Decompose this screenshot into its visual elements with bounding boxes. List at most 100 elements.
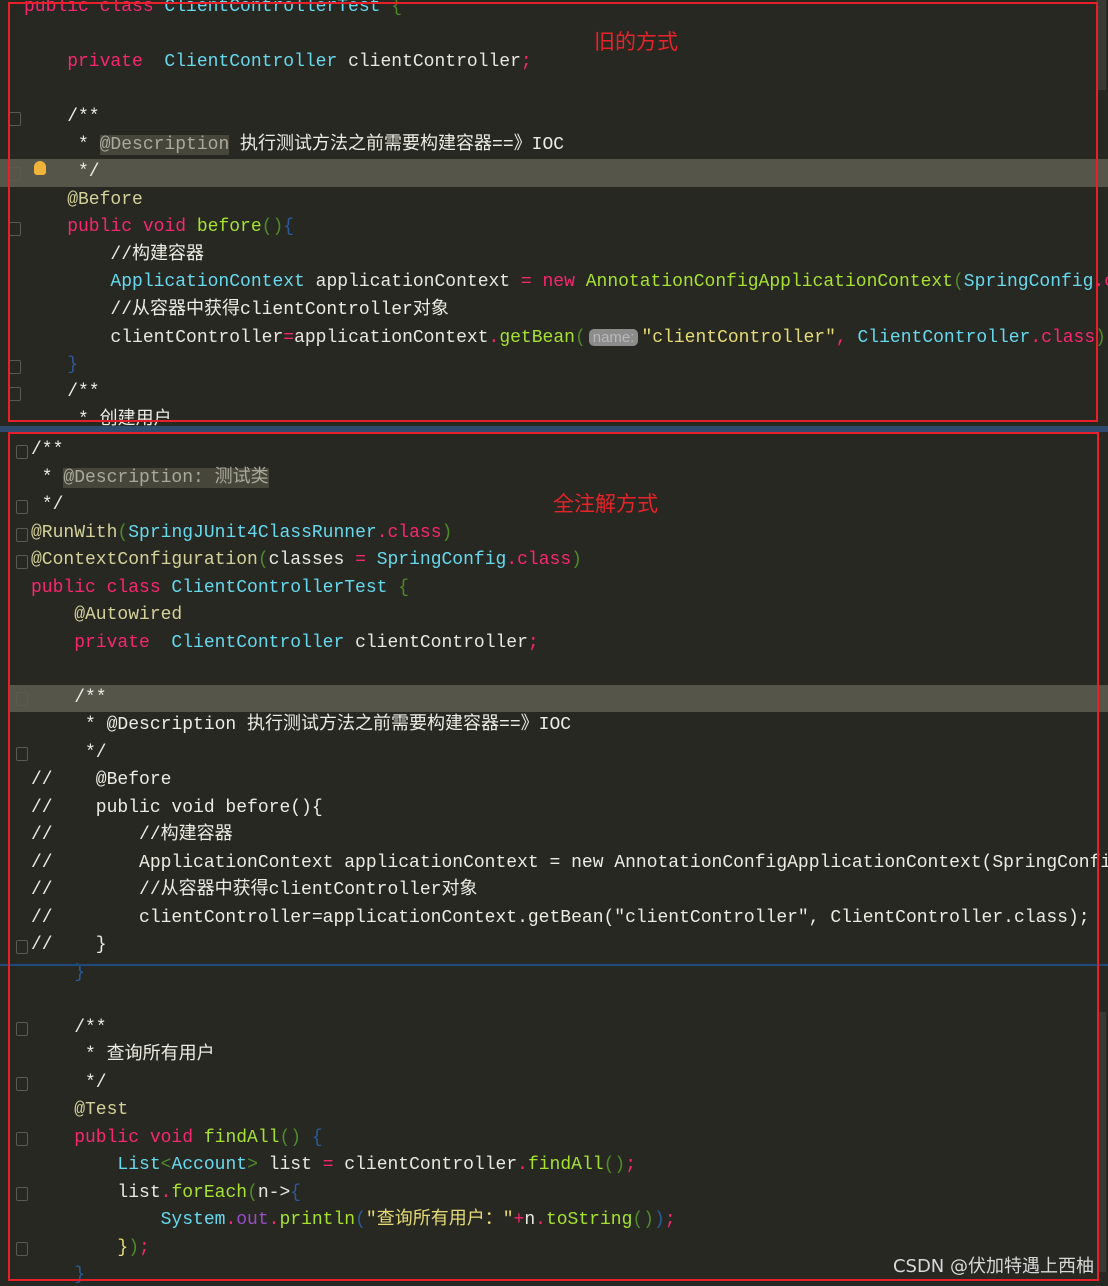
fold-icon[interactable] xyxy=(9,112,21,126)
code-line[interactable]: // //构建容器 xyxy=(31,822,1108,850)
fold-icon[interactable] xyxy=(16,940,28,954)
code-token: ; xyxy=(139,1237,150,1258)
fold-icon[interactable] xyxy=(16,1077,28,1091)
code-line[interactable]: } xyxy=(24,352,1108,380)
code-token: } xyxy=(24,354,79,375)
code-line[interactable]: // public void before(){ xyxy=(31,795,1108,823)
code-token: . xyxy=(160,1182,172,1203)
code-line[interactable]: */ xyxy=(31,1070,1108,1098)
code-token: = xyxy=(311,1155,334,1175)
lightbulb-icon[interactable] xyxy=(34,161,46,175)
code-token: * 创建用户 xyxy=(24,409,172,427)
fold-icon[interactable] xyxy=(16,500,28,514)
code-token: ApplicationContext xyxy=(24,272,305,292)
code-line[interactable]: private ClientController clientControlle… xyxy=(31,630,1108,658)
code-line[interactable]: // @Before xyxy=(31,767,1108,795)
code-token: @Description: 测试类 xyxy=(63,467,269,488)
code-token: n xyxy=(524,1210,536,1230)
code-token: clientController xyxy=(337,52,521,72)
code-token: public xyxy=(24,217,133,237)
code-token: ClientControllerTest xyxy=(153,0,381,17)
fold-icon[interactable] xyxy=(9,167,21,181)
fold-icon[interactable] xyxy=(16,445,28,459)
fold-icon[interactable] xyxy=(16,1242,28,1256)
code-token: . xyxy=(225,1210,237,1230)
code-line[interactable]: /** xyxy=(31,1015,1108,1043)
code-token: list xyxy=(31,1182,161,1203)
code-token: /** xyxy=(24,382,100,402)
fold-icon[interactable] xyxy=(16,555,28,569)
annotation-way-editor-panel: /** * @Description: 测试类 */@RunWith(Sprin… xyxy=(0,432,1108,1286)
code-line[interactable]: //从容器中获得clientController对象 xyxy=(24,297,1108,325)
fold-icon[interactable] xyxy=(16,747,28,761)
code-line[interactable]: @Before xyxy=(24,187,1108,215)
fold-icon[interactable] xyxy=(16,1132,28,1146)
code-token: before xyxy=(186,217,262,237)
code-line[interactable]: // //从容器中获得clientController对象 xyxy=(31,877,1108,905)
code-line[interactable]: @Test xyxy=(31,1097,1108,1125)
code-token: */ xyxy=(31,1072,107,1093)
code-line[interactable]: @ContextConfiguration(classes = SpringCo… xyxy=(31,547,1108,575)
fold-icon[interactable] xyxy=(9,387,21,401)
code-line[interactable]: public void findAll() { xyxy=(31,1125,1108,1153)
code-line[interactable]: //构建容器 xyxy=(24,242,1108,270)
code-line[interactable]: clientController=applicationContext.getB… xyxy=(24,324,1108,352)
code-token: "查询所有用户：" xyxy=(365,1210,514,1230)
fold-icon[interactable] xyxy=(16,1187,28,1201)
fold-icon[interactable] xyxy=(16,528,28,542)
code-line[interactable]: * 创建用户 xyxy=(24,407,1108,427)
code-line[interactable]: ApplicationContext applicationContext = … xyxy=(24,269,1108,297)
code-line[interactable]: // ApplicationContext applicationContext… xyxy=(31,850,1108,878)
code-line[interactable]: private ClientController clientControlle… xyxy=(24,49,1108,77)
old-way-label: 旧的方式 xyxy=(594,30,678,54)
code-line[interactable] xyxy=(31,657,1108,685)
code-token: clientController xyxy=(344,632,528,653)
code-line[interactable]: // clientController=applicationContext.g… xyxy=(31,905,1108,933)
code-line[interactable] xyxy=(31,987,1108,1015)
code-token: ( xyxy=(257,550,269,570)
code-token: findAll xyxy=(527,1155,604,1175)
code-line[interactable]: */ xyxy=(31,740,1108,768)
code-token: @RunWith xyxy=(31,522,118,543)
code-token: = xyxy=(283,328,295,348)
code-token: () xyxy=(279,1127,302,1148)
code-token: // public void before(){ xyxy=(31,797,323,818)
scrollbar[interactable] xyxy=(1098,1012,1106,1272)
code-line[interactable]: /** xyxy=(31,437,1108,465)
code-line[interactable]: * 查询所有用户 xyxy=(31,1042,1108,1070)
code-line[interactable] xyxy=(24,22,1108,50)
parameter-hint: name: xyxy=(588,329,639,346)
scrollbar[interactable] xyxy=(1096,0,1106,90)
code-token: SpringJUnit4ClassRunner xyxy=(128,522,377,543)
code-line[interactable]: public class ClientControllerTest { xyxy=(24,0,1108,22)
code-token: findAll xyxy=(193,1127,280,1148)
code-line[interactable] xyxy=(24,77,1108,105)
code-token: * 查询所有用户 xyxy=(31,1045,215,1065)
code-line[interactable]: /** xyxy=(10,684,1108,712)
method-separator xyxy=(0,964,1108,966)
code-token: ) xyxy=(441,522,453,543)
code-token: ; xyxy=(520,52,532,72)
code-line[interactable]: * @Description 执行测试方法之前需要构建容器==》IOC xyxy=(24,132,1108,160)
code-line[interactable]: @Autowired xyxy=(31,602,1108,630)
code-line[interactable]: /** xyxy=(24,379,1108,407)
code-line[interactable]: /** xyxy=(24,104,1108,132)
code-line[interactable]: System.out.println("查询所有用户："+n.toString(… xyxy=(31,1207,1108,1235)
code-area[interactable]: /** * @Description: 测试类 */@RunWith(Sprin… xyxy=(10,437,1108,1286)
code-area[interactable]: public class ClientControllerTest { priv… xyxy=(0,0,1108,427)
code-token: //从容器中获得clientController对象 xyxy=(24,299,449,320)
code-line[interactable]: public void before(){ xyxy=(24,214,1108,242)
fold-icon[interactable] xyxy=(9,222,21,236)
fold-icon[interactable] xyxy=(9,360,21,374)
code-token: public xyxy=(24,0,89,17)
code-line[interactable]: list.forEach(n->{ xyxy=(31,1180,1108,1208)
code-line[interactable]: public class ClientControllerTest { xyxy=(31,575,1108,603)
fold-icon[interactable] xyxy=(16,1022,28,1036)
code-token: /** xyxy=(31,687,107,708)
code-line[interactable]: * @Description 执行测试方法之前需要构建容器==》IOC xyxy=(31,712,1108,740)
fold-icon[interactable] xyxy=(16,692,28,706)
code-line[interactable]: // } xyxy=(31,932,1108,960)
code-line[interactable]: */ xyxy=(0,159,1108,187)
code-line[interactable]: List<Account> list = clientController.fi… xyxy=(31,1152,1108,1180)
code-line[interactable]: @RunWith(SpringJUnit4ClassRunner.class) xyxy=(31,520,1108,548)
